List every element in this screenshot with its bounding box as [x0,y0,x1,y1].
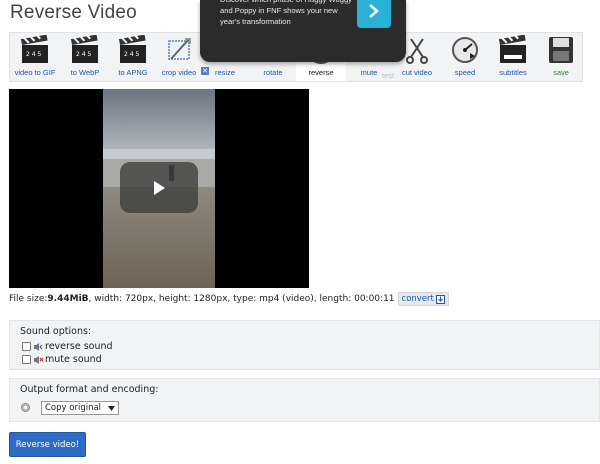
download-arrow-icon [435,294,445,304]
svg-text:2 4 5: 2 4 5 [26,51,41,58]
floppy-disk-icon [549,37,573,63]
tool-video-to-gif[interactable]: 2 4 5 video to GIF [10,35,60,81]
chevron-down-icon [108,405,115,411]
svg-text:2 4 5: 2 4 5 [76,51,91,58]
speedometer-icon [452,37,478,63]
output-format-title: Output format and encoding: [20,384,159,395]
gear-icon[interactable] [21,403,30,412]
reverse-video-button[interactable]: Reverse video! [9,432,86,457]
play-icon [154,180,165,195]
page-title: Reverse Video [10,2,137,23]
sound-options-panel: Sound options: reverse sound mute sound [9,320,600,370]
tool-crop-video[interactable]: crop video [154,35,204,81]
reverse-sound-option[interactable]: reverse sound [22,341,113,352]
ad-text: Discover which phase of Huggy Wuggy and … [220,0,352,26]
chevron-right-icon [369,4,379,18]
file-size-value: 9.44MiB [47,294,89,304]
speaker-mute-icon [34,355,43,364]
mute-sound-checkbox[interactable] [22,355,31,364]
file-info: File size: 9.44MiB, width: 720px, height… [9,292,449,306]
tool-save[interactable]: save [536,35,586,81]
sound-options-title: Sound options: [20,326,92,337]
speaker-reverse-icon [34,342,43,351]
tool-to-webp[interactable]: 2 4 5 to WebP [60,35,110,81]
reverse-sound-checkbox[interactable] [22,342,31,351]
tool-speed[interactable]: speed [440,35,490,81]
svg-text:2 4 5: 2 4 5 [124,51,139,58]
resize-close-icon[interactable]: ✕ [201,67,209,75]
convert-button[interactable]: convert [397,292,449,306]
output-format-panel: Output format and encoding: Copy origina… [9,378,600,422]
clapperboard-icon: 2 4 5 [20,35,48,63]
output-format-select[interactable]: Copy original [41,401,119,415]
video-preview[interactable] [9,89,309,288]
tool-subtitles[interactable]: subtitles [488,35,538,81]
mute-sound-option[interactable]: mute sound [22,354,102,365]
crop-icon [168,38,191,60]
play-button[interactable] [120,162,198,213]
ad-banner[interactable]: Discover which phase of Huggy Wuggy and … [200,0,406,62]
clapperboard-icon: 2 4 5 [70,35,98,63]
tool-to-apng[interactable]: 2 4 5 to APNG [108,35,158,81]
clapperboard-subtitles-icon [498,35,526,63]
ad-arrow-button[interactable] [357,0,391,28]
clapperboard-icon: 2 4 5 [118,35,146,63]
